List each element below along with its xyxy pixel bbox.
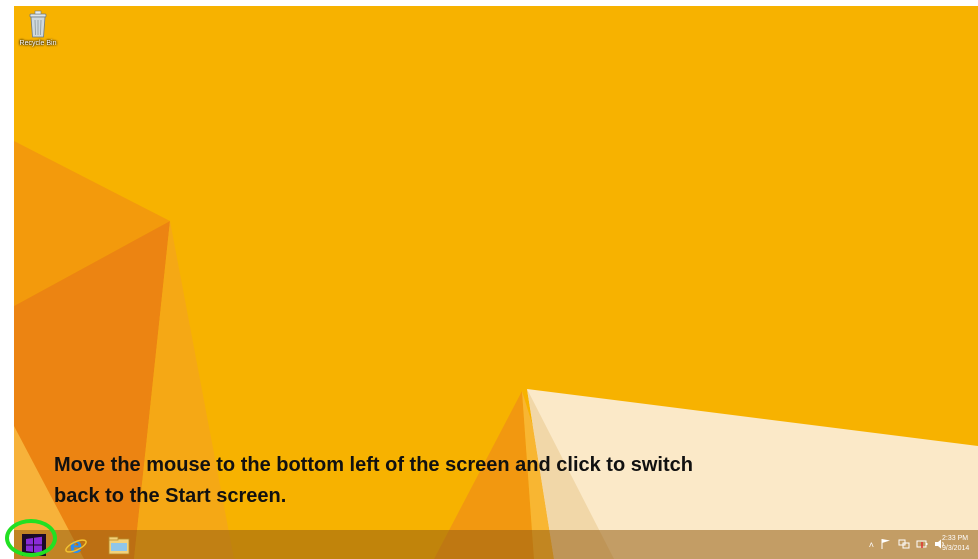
battery-icon[interactable] (916, 538, 928, 552)
recycle-bin-shortcut[interactable]: Recycle Bin (16, 10, 60, 64)
internet-explorer-icon: e (65, 533, 87, 558)
file-explorer-icon (108, 536, 130, 555)
taskbar-internet-explorer[interactable]: e (64, 533, 88, 558)
taskbar-file-explorer[interactable] (106, 534, 132, 556)
taskbar-clock[interactable]: 2:33 PM 9/3/2014 (942, 534, 978, 554)
instruction-text: Move the mouse to the bottom left of the… (54, 450, 934, 512)
clock-date: 9/3/2014 (942, 545, 970, 552)
windows-logo-icon (22, 534, 46, 556)
desktop-screen: Recycle Bin Move the mouse to the bottom… (14, 6, 978, 559)
start-button[interactable] (22, 534, 46, 556)
recycle-bin-icon (29, 10, 47, 38)
network-icon[interactable] (898, 538, 910, 552)
svg-text:e: e (70, 533, 82, 557)
instruction-line-2: back to the Start screen. (54, 485, 287, 507)
tray-overflow-chevron[interactable]: ˄ (869, 540, 874, 550)
taskbar: e ˄ 2:33 PM 9/3/2014 (14, 530, 978, 559)
clock-time: 2:33 PM (942, 535, 969, 542)
action-center-flag-icon[interactable] (880, 538, 892, 552)
instruction-line-1: Move the mouse to the bottom left of the… (54, 454, 693, 476)
recycle-bin-label: Recycle Bin (19, 40, 57, 47)
system-tray: ˄ (869, 537, 946, 553)
